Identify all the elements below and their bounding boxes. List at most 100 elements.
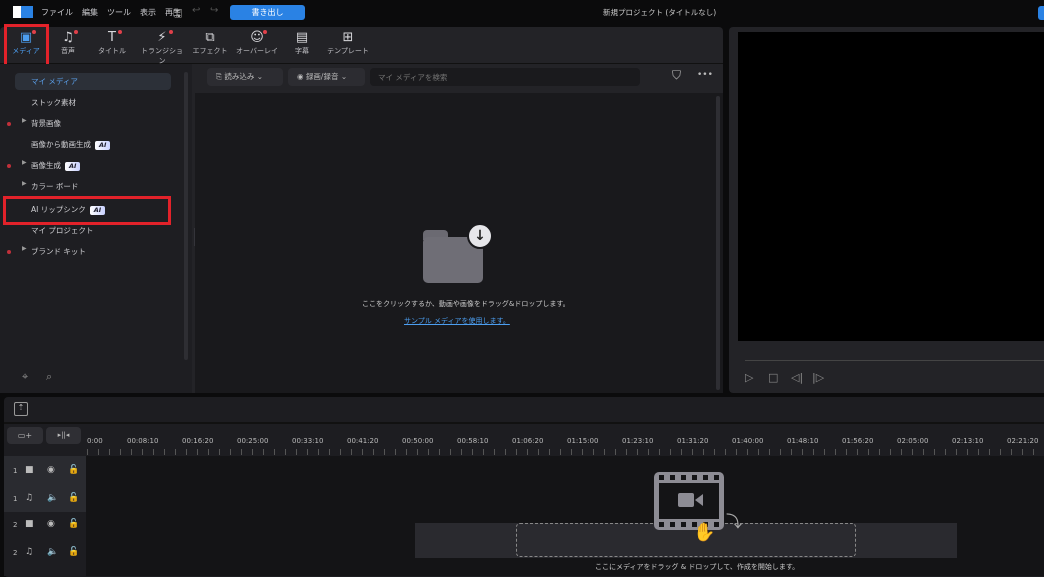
new-badge [169, 30, 173, 34]
track-header[interactable]: 1 ♫ 🔈 🔓 [0, 486, 85, 514]
expand-arrow-icon[interactable]: ▶ [22, 180, 27, 187]
lock-icon[interactable]: 🔓 [68, 547, 79, 557]
new-badge [74, 30, 78, 34]
import-button[interactable]: ⎘ 読み込み ⌄ [207, 68, 283, 86]
title-icon: T [108, 30, 116, 45]
menu-edit[interactable]: 編集 [82, 8, 98, 17]
ruler-label: 01:48:10 [787, 437, 819, 445]
new-badge [263, 30, 267, 34]
sidebar-item[interactable]: ブランド キット [31, 244, 86, 260]
track-header[interactable]: 1 ■ ◉ 🔓 [0, 458, 85, 486]
account-button[interactable] [1038, 6, 1044, 20]
curved-arrow-icon: ⤵ [726, 512, 743, 531]
lock-icon[interactable]: 🔓 [68, 465, 79, 475]
prev-frame-icon[interactable]: ◁| [791, 371, 803, 384]
export-button[interactable]: 書き出し [230, 5, 305, 20]
ruler-label: 01:56:20 [842, 437, 874, 445]
ruler-label: 00:33:10 [292, 437, 324, 445]
ruler-label: 02:13:10 [952, 437, 984, 445]
lock-icon[interactable]: 🔓 [68, 493, 79, 503]
audio-track-icon: ♫ [25, 547, 34, 557]
template-icon: ⊞ [342, 30, 354, 45]
expand-arrow-icon[interactable]: ▶ [22, 245, 27, 252]
ai-badge: AI [65, 161, 81, 171]
media-scrollbar[interactable] [716, 96, 720, 390]
eye-icon[interactable]: ◉ [47, 519, 55, 529]
track-header[interactable]: 2 ■ ◉ 🔓 [0, 512, 85, 540]
new-dot [7, 122, 11, 126]
tab-title[interactable]: T タイトル [90, 30, 134, 56]
new-badge [118, 30, 122, 34]
drop-text: ここにメディアをドラッグ & ドロップして、作成を開始します。 [595, 563, 800, 571]
highlight-ai-lipsync [3, 196, 171, 225]
ruler-label: 00:16:20 [182, 437, 214, 445]
ruler-label: 02:05:00 [897, 437, 929, 445]
sidebar-scrollbar[interactable] [184, 72, 188, 360]
tab-transition[interactable]: ⚡ トランジション [139, 30, 185, 66]
tab-music[interactable]: ♫ 音声 [46, 30, 90, 56]
ruler-label: 01:31:20 [677, 437, 709, 445]
tab-template[interactable]: ⊞ テンプレート [326, 30, 370, 56]
snap-button[interactable]: ▸||◂ [46, 427, 81, 444]
sample-media-link[interactable]: サンプル メディアを使用します。 [404, 316, 510, 326]
remove-folder-icon[interactable]: ⌕ [46, 370, 52, 384]
sidebar-item[interactable]: 画像生成 AI [31, 158, 81, 174]
filter-icon[interactable]: ⛉ [672, 68, 681, 83]
transition-icon: ⚡ [157, 30, 167, 45]
timeline-toolbar-divider [4, 422, 1044, 424]
more-options-icon[interactable]: ••• [697, 70, 713, 80]
speaker-icon[interactable]: 🔈 [47, 547, 58, 557]
ruler-ticks[interactable] [87, 449, 1044, 455]
add-track-button[interactable]: ▭+ [7, 427, 43, 444]
save-icon[interactable]: 🖫 [173, 5, 182, 24]
tab-caption[interactable]: ▤ 字幕 [280, 30, 324, 56]
timeline-tool-icon[interactable]: ⇡ [14, 402, 28, 416]
ruler-label: 00:08:10 [127, 437, 159, 445]
preview-viewport [738, 32, 1044, 341]
expand-arrow-icon[interactable]: ▶ [22, 117, 27, 124]
stop-icon[interactable]: □ [768, 371, 778, 384]
download-icon: ↓ [467, 223, 493, 249]
ruler-label: 01:15:00 [567, 437, 599, 445]
ruler-label: 01:23:10 [622, 437, 654, 445]
sidebar-item[interactable]: マイ メディア [31, 74, 78, 90]
add-folder-icon[interactable]: ⌖ [22, 370, 28, 384]
sticker-icon: ☺ [250, 30, 264, 45]
audio-track-icon: ♫ [25, 493, 34, 503]
undo-icon[interactable]: ↩ [192, 5, 200, 16]
caption-icon: ▤ [295, 30, 309, 45]
play-icon[interactable]: ▷ [745, 371, 753, 384]
ruler-label: 02:21:20 [1007, 437, 1039, 445]
media-search-input[interactable] [370, 68, 640, 86]
menu-file[interactable]: ファイル [41, 8, 73, 17]
video-track-icon: ■ [25, 465, 34, 475]
ruler-label: 01:06:20 [512, 437, 544, 445]
ai-badge: AI [95, 140, 111, 150]
tab-effect[interactable]: ⧉ エフェクト [188, 30, 232, 56]
eye-icon[interactable]: ◉ [47, 465, 55, 475]
sidebar-item[interactable]: 画像から動画生成 AI [31, 137, 111, 153]
new-dot [7, 250, 11, 254]
lock-icon[interactable]: 🔓 [68, 519, 79, 529]
project-title: 新規プロジェクト (タイトルなし) [603, 8, 717, 17]
sidebar-item[interactable]: 背景画像 [31, 116, 61, 132]
folder-icon[interactable]: ↓ [423, 223, 493, 283]
preview-progress-bar[interactable] [745, 360, 1044, 361]
next-frame-icon[interactable]: |▷ [812, 371, 824, 384]
tab-sticker[interactable]: ☺ オーバーレイ [235, 30, 279, 56]
track-header[interactable]: 2 ♫ 🔈 🔓 [0, 540, 85, 568]
menubar: ファイル 編集 ツール 表示 再生 [41, 7, 190, 18]
sidebar-item[interactable]: カラー ボード [31, 179, 78, 195]
speaker-icon[interactable]: 🔈 [47, 493, 58, 503]
record-button[interactable]: ◉ 録画/録音 ⌄ [288, 68, 365, 86]
sidebar-item[interactable]: マイ プロジェクト [31, 223, 93, 239]
menu-view[interactable]: 表示 [140, 8, 156, 17]
new-dot [7, 164, 11, 168]
menu-tools[interactable]: ツール [107, 8, 131, 17]
ruler-label: 00:41:20 [347, 437, 379, 445]
sidebar-item[interactable]: ストック素材 [31, 95, 76, 111]
redo-icon[interactable]: ↪ [210, 5, 218, 16]
app-logo [13, 6, 33, 18]
expand-arrow-icon[interactable]: ▶ [22, 159, 27, 166]
track-area[interactable] [86, 456, 1044, 576]
